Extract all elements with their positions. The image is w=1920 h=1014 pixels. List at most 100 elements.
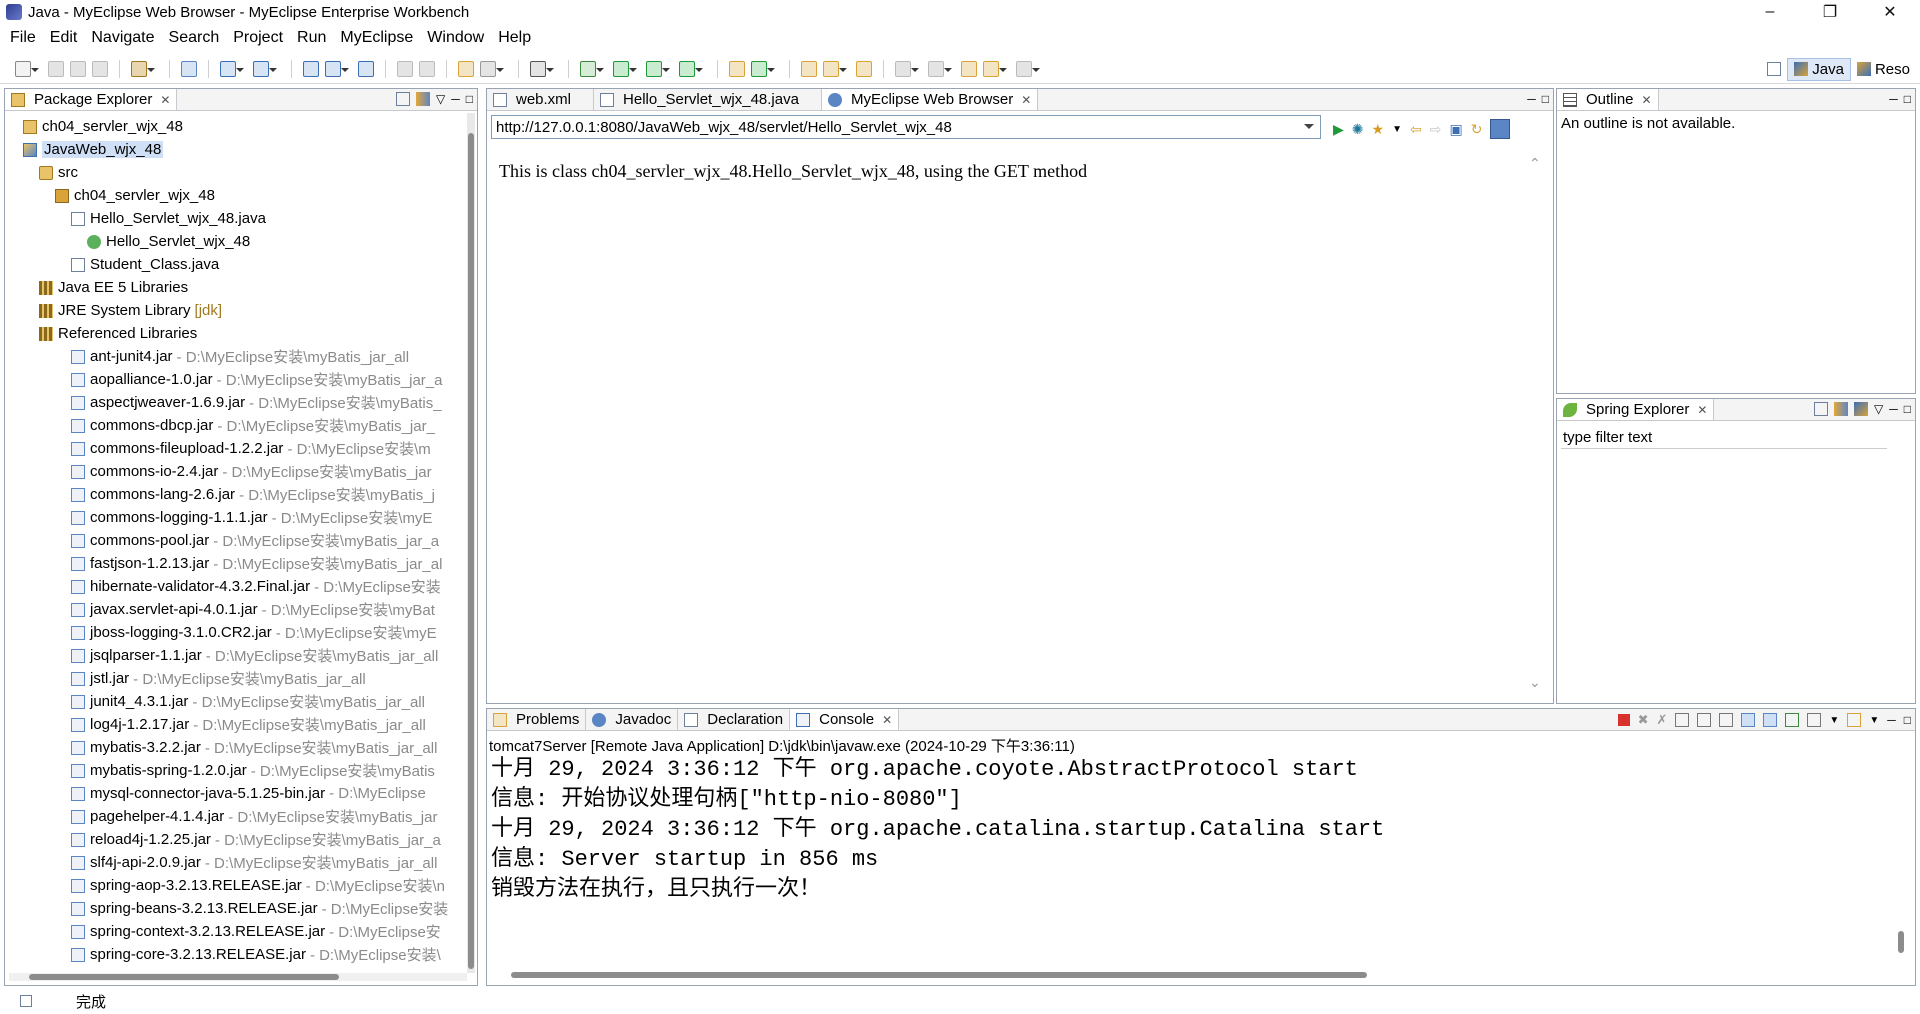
scroll-down-icon[interactable]: ⌄ <box>1529 674 1541 691</box>
jar-item[interactable]: commons-dbcp.jar - D:\MyEclipse安装\myBati… <box>5 414 467 437</box>
maximize-view-icon[interactable]: □ <box>1904 713 1911 727</box>
url-dropdown-icon[interactable] <box>1304 124 1314 134</box>
tab-editor-2[interactable]: MyEclipse Web Browser ✕ <box>821 89 1039 110</box>
open-task-list-icon[interactable] <box>801 60 817 77</box>
menu-file[interactable]: File <box>4 29 44 47</box>
new-web-project-icon[interactable] <box>131 60 155 77</box>
perspective-java[interactable]: Java <box>1787 57 1851 81</box>
maximize-view-icon[interactable]: □ <box>466 92 473 106</box>
scroll-thumb[interactable] <box>468 133 474 969</box>
maximize-view-icon[interactable]: □ <box>1542 92 1549 106</box>
tree-node[interactable]: Student_Class.java <box>5 253 467 276</box>
url-field[interactable]: http://127.0.0.1:8080/JavaWeb_wjx_48/ser… <box>491 115 1321 139</box>
save-all-icon[interactable] <box>70 60 86 77</box>
maximize-view-icon[interactable]: □ <box>1904 402 1911 416</box>
tree-node[interactable]: Hello_Servlet_wjx_48.java <box>5 207 467 230</box>
jar-item[interactable]: aspectjweaver-1.6.9.jar - D:\MyEclipse安装… <box>5 391 467 414</box>
link-with-editor-icon[interactable] <box>416 92 430 106</box>
run-server-icon[interactable] <box>646 60 670 77</box>
open-perspective-icon[interactable] <box>1767 62 1782 76</box>
tab-package-explorer[interactable]: Package Explorer ✕ <box>5 89 178 110</box>
minimize-view-icon[interactable]: ─ <box>1889 402 1898 416</box>
jar-item[interactable]: javax.servlet-api-4.0.1.jar - D:\MyEclip… <box>5 598 467 621</box>
tab-console[interactable]: Console ✕ <box>790 709 900 730</box>
run-tool-icon[interactable] <box>613 60 637 77</box>
jar-item[interactable]: aopalliance-1.0.jar - D:\MyEclipse安装\myB… <box>5 368 467 391</box>
open-resource-icon[interactable] <box>856 60 872 77</box>
debug-run-icon[interactable] <box>580 60 604 77</box>
jar-item[interactable]: pagehelper-4.1.4.jar - D:\MyEclipse安装\my… <box>5 805 467 828</box>
jar-item[interactable]: spring-core-3.2.13.RELEASE.jar - D:\MyEc… <box>5 943 467 966</box>
restore-button[interactable]: ❐ <box>1800 0 1860 24</box>
tree-node[interactable]: Java EE 5 Libraries <box>5 276 467 299</box>
word-wrap-icon[interactable] <box>1719 713 1734 727</box>
display-selected-console-icon[interactable] <box>1807 713 1822 727</box>
browser-settings-icon[interactable] <box>1490 119 1511 139</box>
next-annotation-icon[interactable] <box>895 60 919 77</box>
tab-outline[interactable]: Outline ✕ <box>1557 89 1659 110</box>
new-type-icon[interactable] <box>751 60 775 77</box>
favorites-icon[interactable]: ★ <box>1372 121 1385 138</box>
jar-item[interactable]: hibernate-validator-4.3.2.Final.jar - D:… <box>5 575 467 598</box>
tree-node[interactable]: ch04_servler_wjx_48 <box>5 184 467 207</box>
scroll-thumb[interactable] <box>511 972 1367 978</box>
jar-item[interactable]: spring-aop-3.2.13.RELEASE.jar - D:\MyEcl… <box>5 874 467 897</box>
server-manage-icon[interactable] <box>325 60 349 77</box>
jar-item[interactable]: fastjson-1.2.13.jar - D:\MyEclipse安装\myB… <box>5 552 467 575</box>
browser-vertical-scrollbar[interactable]: ⌃ ⌄ <box>1529 145 1541 701</box>
tree-node[interactable]: JavaWeb_wjx_48 <box>5 138 467 161</box>
filter-icon[interactable] <box>1854 402 1868 416</box>
deploy-icon[interactable] <box>303 60 319 77</box>
jar-item[interactable]: slf4j-api-2.0.9.jar - D:\MyEclipse安装\myB… <box>5 851 467 874</box>
tab-problems[interactable]: Problems <box>487 709 587 730</box>
close-tab-icon[interactable]: ✕ <box>882 713 892 727</box>
jar-item[interactable]: mybatis-spring-1.2.0.jar - D:\MyEclipse安… <box>5 759 467 782</box>
menu-search[interactable]: Search <box>163 29 228 47</box>
scroll-thumb[interactable] <box>29 974 339 980</box>
new-class-icon[interactable] <box>458 60 474 77</box>
console-tool-icon[interactable] <box>530 60 554 77</box>
maximize-view-icon[interactable]: □ <box>1904 92 1911 106</box>
pin-console-icon[interactable] <box>1785 713 1800 727</box>
undeploy-icon[interactable] <box>397 60 413 77</box>
prev-annotation-icon[interactable] <box>928 60 952 77</box>
tree-horizontal-scrollbar[interactable] <box>9 973 467 981</box>
external-tools-icon[interactable] <box>679 60 703 77</box>
collapse-all-icon[interactable] <box>1814 402 1828 416</box>
scroll-up-icon[interactable]: ⌃ <box>1529 155 1541 172</box>
perspective-reso[interactable]: Reso <box>1851 59 1916 80</box>
tree-node[interactable]: src <box>5 161 467 184</box>
jar-item[interactable]: log4j-1.2.17.jar - D:\MyEclipse安装\myBati… <box>5 713 467 736</box>
scroll-lock-icon[interactable] <box>1697 713 1712 727</box>
close-tab-icon[interactable]: ✕ <box>1697 403 1707 417</box>
last-edit-icon[interactable] <box>961 60 977 77</box>
minimize-view-icon[interactable]: ─ <box>1889 92 1898 106</box>
jar-item[interactable]: spring-beans-3.2.13.RELEASE.jar - D:\MyE… <box>5 897 467 920</box>
jar-item[interactable]: commons-logging-1.1.1.jar - D:\MyEclipse… <box>5 506 467 529</box>
scroll-thumb[interactable] <box>1898 931 1904 953</box>
fast-view-icon[interactable] <box>20 995 32 1007</box>
tab-declaration[interactable]: Declaration <box>678 709 791 730</box>
collapse-all-icon[interactable] <box>396 92 410 106</box>
menu-help[interactable]: Help <box>492 29 539 47</box>
close-tab-icon[interactable]: ✕ <box>1642 93 1652 107</box>
new-server-icon[interactable] <box>220 60 244 77</box>
close-tab-icon[interactable]: ✕ <box>1021 93 1031 107</box>
back-icon[interactable]: ⇦ <box>1410 121 1422 138</box>
menu-run[interactable]: Run <box>291 29 334 47</box>
run-icon[interactable]: ▶ <box>1333 121 1344 138</box>
jar-item[interactable]: commons-fileupload-1.2.2.jar - D:\MyEcli… <box>5 437 467 460</box>
link-with-editor-icon[interactable] <box>1834 402 1848 416</box>
jar-item[interactable]: junit4_4.3.1.jar - D:\MyEclipse安装\myBati… <box>5 690 467 713</box>
jar-item[interactable]: commons-io-2.4.jar - D:\MyEclipse安装\myBa… <box>5 460 467 483</box>
remove-all-terminated-icon[interactable]: ✗ <box>1657 712 1668 728</box>
menu-navigate[interactable]: Navigate <box>85 29 162 47</box>
tab-editor-0[interactable]: web.xml <box>487 89 595 110</box>
save-icon[interactable] <box>48 60 64 77</box>
tab-editor-1[interactable]: Hello_Servlet_wjx_48.java <box>594 89 822 110</box>
remove-launch-icon[interactable]: ✖ <box>1638 712 1649 728</box>
search-tool-icon[interactable] <box>823 60 847 77</box>
jar-item[interactable]: mybatis-3.2.2.jar - D:\MyEclipse安装\myBat… <box>5 736 467 759</box>
minimize-view-icon[interactable]: ─ <box>1527 92 1536 106</box>
redeploy-icon[interactable] <box>419 60 435 77</box>
